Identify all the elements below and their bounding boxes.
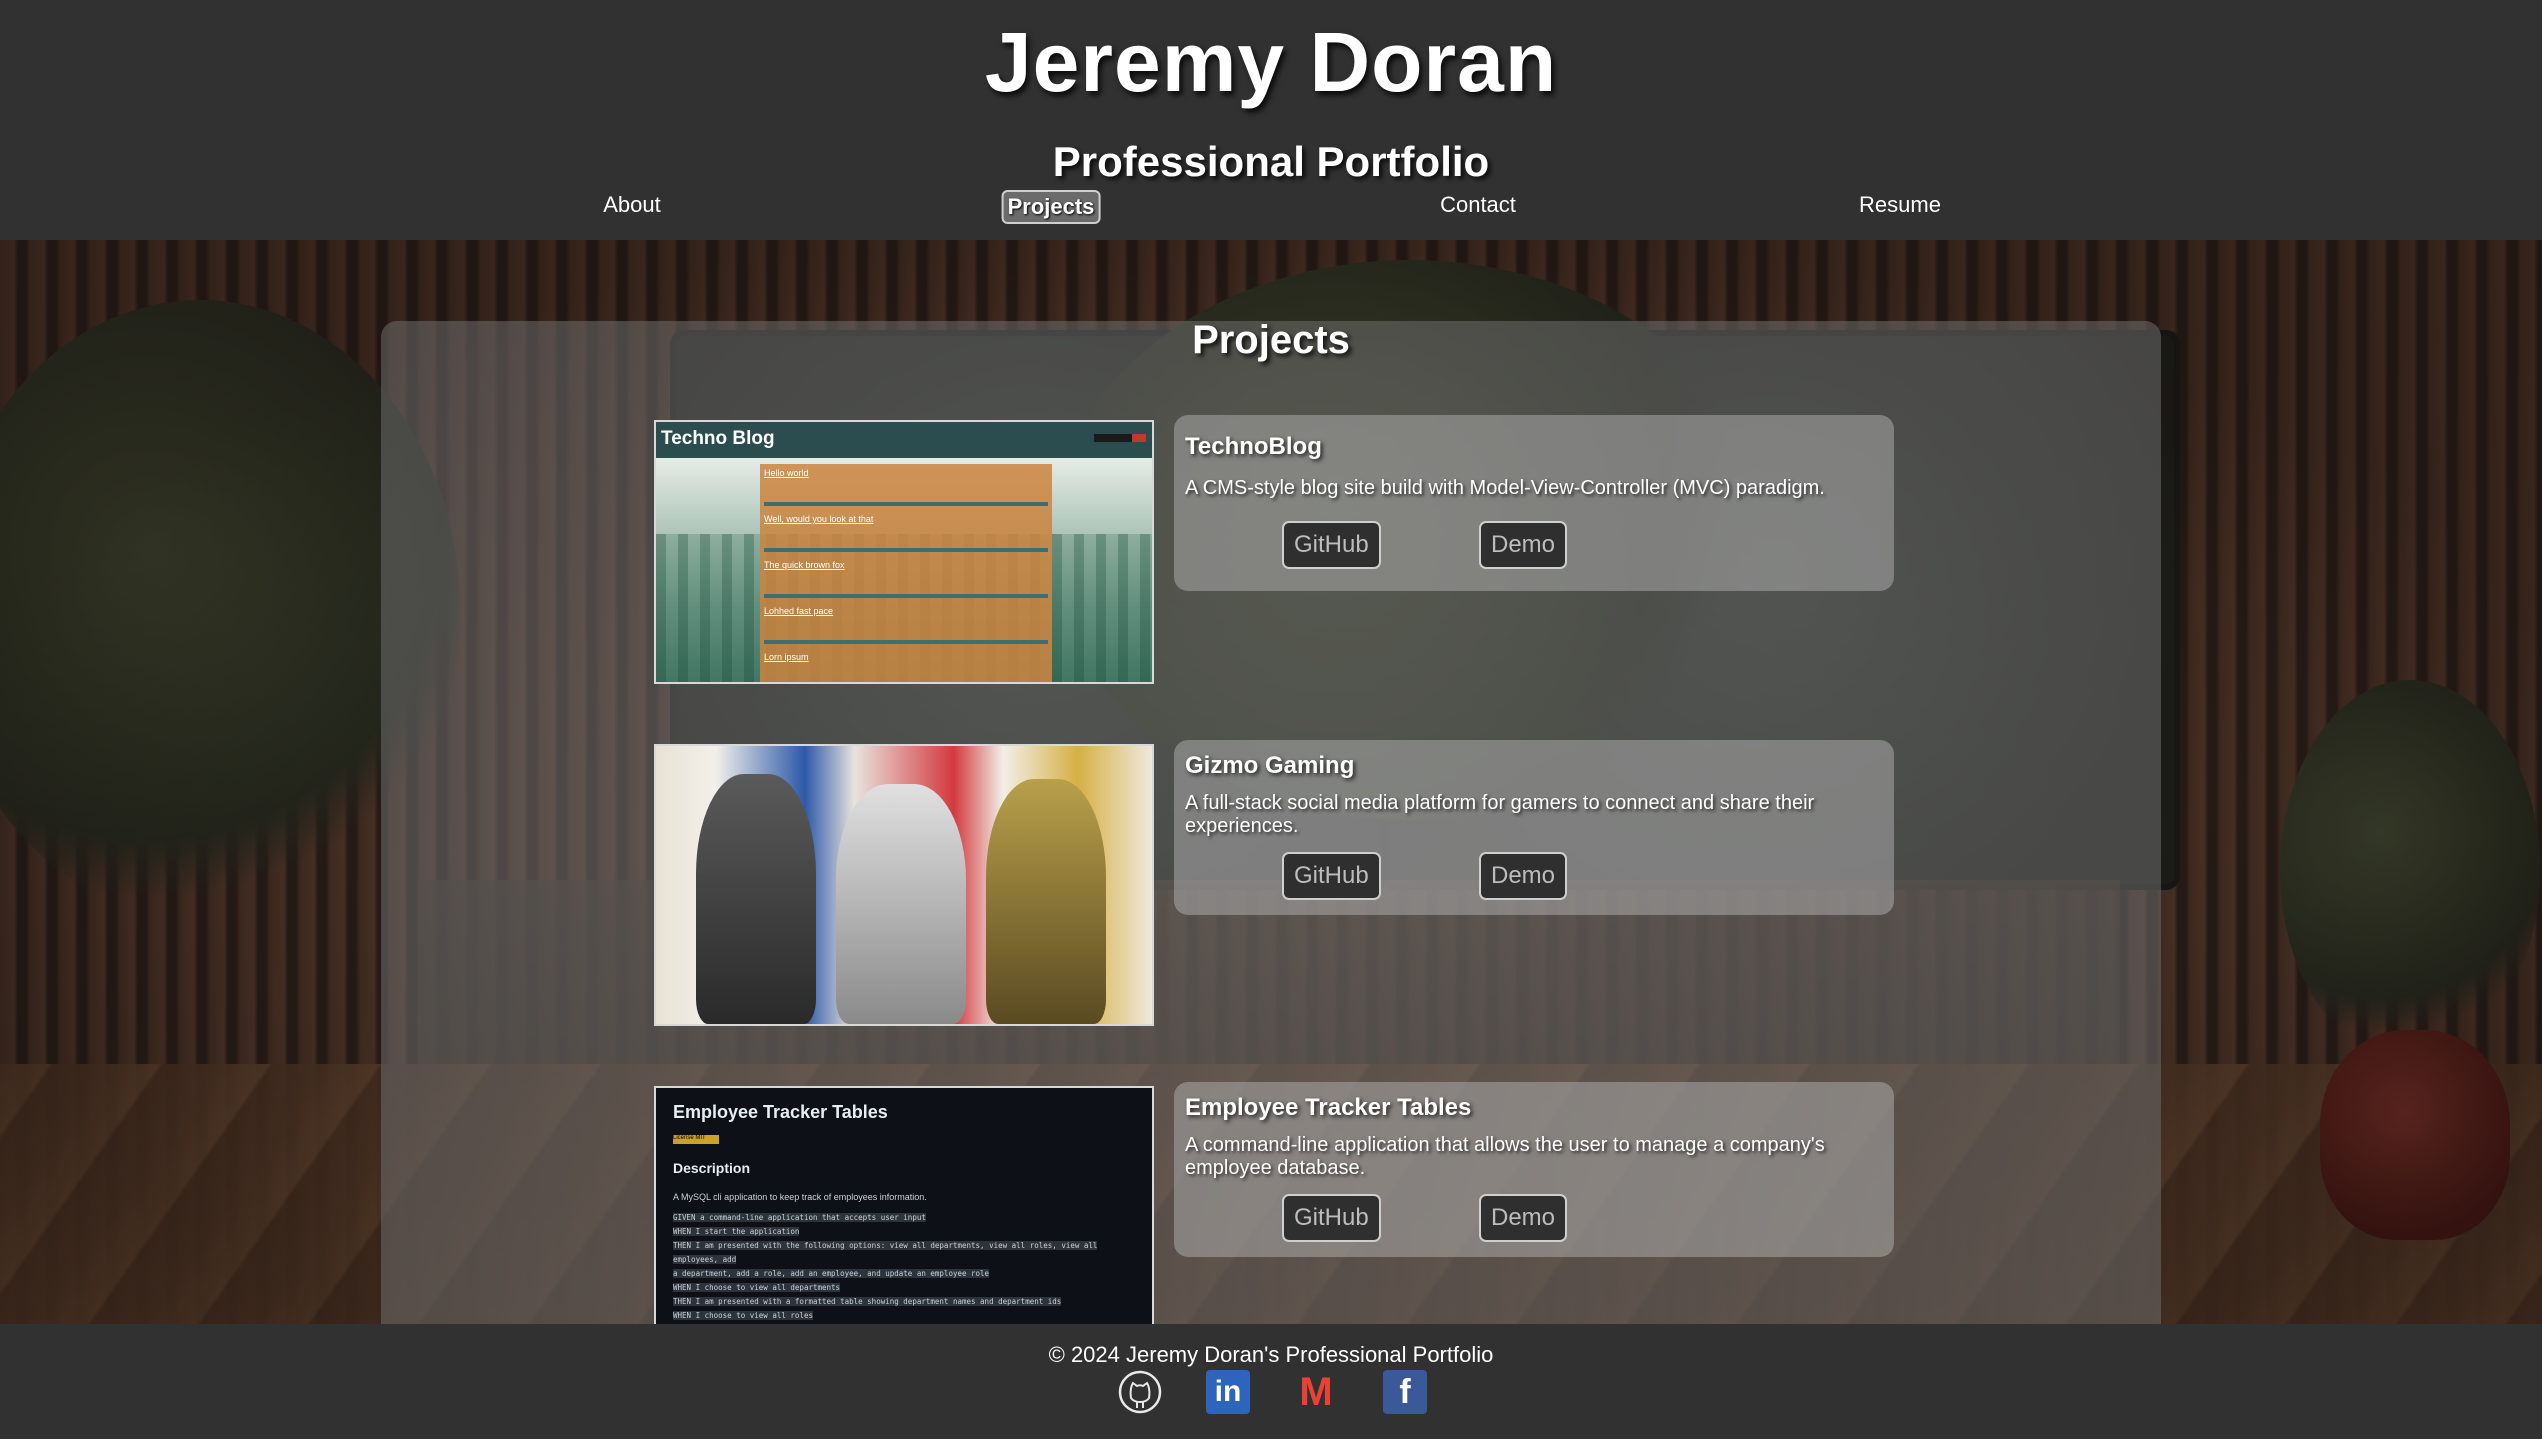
github-icon[interactable]	[1118, 1370, 1162, 1414]
character-figure	[836, 784, 966, 1024]
code-line: GIVEN a command-line application that ac…	[673, 1213, 926, 1222]
project-card-technoblog: TechnoBlog A CMS-style blog site build w…	[1174, 415, 1894, 591]
nav-resume[interactable]: Resume	[1855, 190, 1945, 220]
project-title: TechnoBlog	[1185, 433, 1322, 460]
code-line: THEN I am presented with the following o…	[673, 1241, 1098, 1264]
site-subtitle: Professional Portfolio	[1052, 138, 1490, 185]
linkedin-icon[interactable]: in	[1206, 1370, 1250, 1414]
screenshot-title: Employee Tracker Tables	[673, 1102, 888, 1122]
list-item: The quick brown fox	[764, 558, 1048, 598]
technoblog-screenshot: Techno Blog Hello world Well, would you …	[654, 420, 1154, 684]
list-item: Lorn ipsum	[764, 652, 809, 662]
screenshot-text: A MySQL cli application to keep track of…	[673, 1192, 927, 1202]
code-line: WHEN I choose to view all departments	[673, 1283, 841, 1292]
list-item: Lohhed fast pace	[764, 604, 1048, 644]
project-title: Employee Tracker Tables	[1185, 1094, 1472, 1121]
project-card-gizmo-gaming: Gizmo Gaming A full-stack social media p…	[1174, 740, 1894, 915]
project-description: A CMS-style blog site build with Model-V…	[1185, 477, 1825, 499]
list-item: Hello world	[764, 466, 1048, 506]
project-description: A full-stack social media platform for g…	[1185, 792, 1815, 837]
github-button[interactable]: GitHub	[1282, 852, 1381, 900]
site-footer: © 2024 Jeremy Doran's Professional Portf…	[0, 1324, 2542, 1439]
facebook-icon[interactable]: f	[1383, 1370, 1427, 1414]
site-header: Jeremy Doran Professional Portfolio Abou…	[0, 0, 2542, 240]
screenshot-heading: Description	[673, 1160, 751, 1176]
copyright-text: © 2024 Jeremy Doran's Professional Portf…	[1048, 1342, 1494, 1367]
project-title: Gizmo Gaming	[1185, 752, 1355, 779]
code-line: THEN I am presented with a formatted tab…	[673, 1297, 1062, 1306]
code-line: WHEN I choose to view all roles	[673, 1311, 813, 1320]
license-badge: License MIT	[673, 1135, 719, 1144]
projects-title: Projects	[1192, 318, 1350, 362]
github-button[interactable]: GitHub	[1282, 521, 1381, 569]
demo-button[interactable]: Demo	[1479, 852, 1568, 900]
project-description: A command-line application that allows t…	[1185, 1134, 1825, 1179]
screenshot-code-block: GIVEN a command-line application that ac…	[673, 1211, 1135, 1323]
github-button[interactable]: GitHub	[1282, 1194, 1381, 1242]
character-figure	[696, 774, 816, 1024]
nav-about[interactable]: About	[599, 190, 665, 220]
project-card-employee-tracker: Employee Tracker Tables A command-line a…	[1174, 1082, 1894, 1257]
code-line: WHEN I start the application	[673, 1227, 800, 1236]
site-title: Jeremy Doran	[984, 15, 1558, 109]
gmail-icon[interactable]: M	[1294, 1370, 1338, 1414]
list-item: Well, would you look at that	[764, 512, 1048, 552]
demo-button[interactable]: Demo	[1479, 1194, 1568, 1242]
nav-contact[interactable]: Contact	[1436, 190, 1520, 220]
code-line: a department, add a role, add an employe…	[673, 1269, 990, 1278]
nav-projects[interactable]: Projects	[1001, 190, 1101, 224]
character-figure	[986, 779, 1106, 1024]
technoblog-post-list: Hello world Well, would you look at that…	[760, 464, 1052, 682]
technoblog-screenshot-header: Techno Blog	[656, 422, 1152, 458]
gizmo-gaming-screenshot	[654, 744, 1154, 1026]
main-nav: About Projects Contact Resume	[0, 190, 2542, 226]
employee-tracker-screenshot: Employee Tracker Tables License MIT Desc…	[654, 1086, 1154, 1324]
demo-button[interactable]: Demo	[1479, 521, 1568, 569]
